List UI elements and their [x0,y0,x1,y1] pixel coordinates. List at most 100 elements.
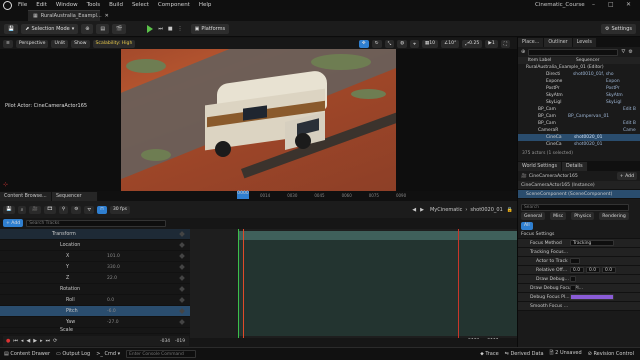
fps-dropdown[interactable]: 30 fps [109,205,131,214]
level-viewport[interactable]: Pilot Actor: CineCameraActor165 ⊹ [0,49,517,191]
record-icon[interactable]: ● [6,338,10,344]
outliner-row[interactable]: CameraR Came [518,127,640,134]
component-row-selected[interactable]: SceneComponent (SceneComponent) [518,190,640,199]
tab-levels[interactable]: Levels [572,37,597,47]
unlit-button[interactable]: Unlit [51,39,69,48]
breadcrumb-shot[interactable]: shot0020_01 [470,207,502,213]
track-row[interactable]: Location [0,240,190,251]
track-value[interactable]: 101.0 [107,254,120,259]
details-search-input[interactable]: Search [521,203,629,211]
filter-icon[interactable]: ⛛ [621,49,625,55]
selection-mode-button[interactable]: ⬈ Selection Mode ▾ [21,23,79,34]
cmd-dropdown[interactable]: >_ Cmd ▾ [96,351,120,357]
settings-button[interactable]: ⚙ Settings [601,23,636,34]
step-forward-icon[interactable]: ▸ [40,338,43,344]
outliner-row-selected[interactable]: CineCa shot0020_01 [518,134,640,141]
column-sequencer[interactable]: Sequencer [576,58,599,63]
cinematics-button[interactable]: 🎬 [112,23,127,34]
revision-control-button[interactable]: ⊘ Revision Control [588,351,634,357]
keyframe-icon[interactable] [179,253,185,259]
outliner-row[interactable]: BP_Cam Edit B [518,120,640,127]
keyframe-icon[interactable] [179,231,185,237]
outliner-row[interactable]: SkyLigl SkyLigl [518,99,640,106]
minimize-icon[interactable]: – [592,1,595,8]
move-tool-icon[interactable]: ✥ [358,39,369,48]
relative-offset-y[interactable]: 0.0 [586,267,600,273]
keyframe-icon[interactable] [179,286,185,292]
outliner-search-input[interactable] [528,48,619,56]
track-row[interactable]: Roll 0.0 [0,295,190,306]
blueprint-button[interactable]: ▤ [96,23,110,34]
tab-place-actors[interactable]: Place... [518,37,545,47]
derived-data-button[interactable]: ⇋ Derived Data [505,351,544,357]
back-icon[interactable]: ◀ [412,207,416,213]
cat-general[interactable]: General [521,212,546,220]
cat-all[interactable]: All [521,221,533,230]
close-icon[interactable]: ✕ [626,1,631,8]
step-back-icon[interactable]: ◂ [21,338,24,344]
loop-icon[interactable]: ⟳ [53,338,57,344]
tracking-focus-row[interactable]: Tracking Focus... [518,248,640,257]
playback-start-frame[interactable]: -019 [175,339,185,344]
keyframe-icon[interactable] [179,275,185,281]
transform-section[interactable] [238,231,517,240]
component-instance-row[interactable]: CineCameraActor165 (Instance) [518,181,640,190]
timeline-area[interactable] [190,229,517,338]
filter-icon[interactable]: ⛛ [84,205,95,214]
gear-icon[interactable]: ⚙ [628,49,632,55]
actor-picker-icon[interactable] [570,258,580,264]
playhead-line[interactable] [243,229,244,338]
play-reverse-icon[interactable]: ◀ [26,338,30,344]
keyframe-icon[interactable] [179,319,185,325]
add-actor-icon[interactable]: ⊕ [521,49,525,55]
jump-start-icon[interactable]: ⏮ [13,338,18,344]
keyframe-icon[interactable] [179,264,185,270]
options-icon[interactable]: ⚙ [71,205,82,214]
draw-debug-focus-checkbox[interactable] [570,285,576,291]
forward-icon[interactable]: ▶ [420,207,424,213]
search-tracks-input[interactable]: Search Tracks [26,219,167,227]
add-track-button[interactable]: + Add [3,219,24,227]
outliner-row[interactable]: PostPr PostPr [518,85,640,92]
track-value[interactable]: -27.0 [107,320,119,325]
world-space-icon[interactable]: ◍ [397,39,408,48]
focus-settings-section[interactable]: Focus Settings [518,230,640,239]
search-sequence-icon[interactable]: ⌕ [17,205,27,214]
menu-edit[interactable]: Edit [36,2,47,8]
surface-snap-icon[interactable]: ⌖ [410,39,419,48]
save-button[interactable]: 💾 [4,23,19,34]
playhead-frame[interactable]: 0000 [237,191,249,199]
rotate-tool-icon[interactable]: ↻ [371,39,382,48]
angle-snap-button[interactable]: ∠ 10° [441,39,460,48]
menu-component[interactable]: Component [158,2,190,8]
add-content-button[interactable]: ⊕ [81,23,94,34]
outliner-row[interactable]: BP_Cam Edit B [518,106,640,113]
menu-tools[interactable]: Tools [87,2,101,8]
camera-speed-button[interactable]: ▶ 1 [485,39,498,48]
level-tab[interactable]: ▦ RuralAustralia_Exampl... ✕ [28,10,109,21]
track-row[interactable]: Rotation [0,284,190,295]
more-options-icon[interactable]: ⋮ [178,26,183,32]
track-value[interactable]: 0.0 [107,298,114,303]
unsaved-button[interactable]: 🗎 2 Unsaved [550,350,582,358]
track-row[interactable]: X 101.0 [0,251,190,262]
tab-outliner[interactable]: Outliner [544,37,573,47]
console-input[interactable]: Enter Console Command [126,350,197,358]
track-row[interactable]: Y 330.0 [0,262,190,273]
content-drawer-button[interactable]: ▤ Content Drawer [4,351,50,357]
cat-misc[interactable]: Misc [550,212,567,220]
render-icon[interactable]: 🎞 [44,205,56,214]
breadcrumb-sequence[interactable]: MyCinematic [430,207,462,213]
show-button[interactable]: Show [71,39,90,48]
outliner-row[interactable]: SkyAtm SkyAtm [518,92,640,99]
play-options-icon[interactable]: ⏭ [158,26,163,32]
camera-icon[interactable]: 🎥 [29,205,42,214]
track-row[interactable]: Transform [0,229,190,240]
debug-color-swatch[interactable] [570,294,614,300]
jump-end-icon[interactable]: ⏭ [46,338,51,344]
tab-world-settings[interactable]: World Settings [518,161,562,171]
perspective-button[interactable]: Perspective [15,39,49,48]
scale-tool-icon[interactable]: ⤡ [384,39,395,48]
menu-select[interactable]: Select [132,2,149,8]
scalability-warning[interactable]: Scalability: High [92,39,136,48]
